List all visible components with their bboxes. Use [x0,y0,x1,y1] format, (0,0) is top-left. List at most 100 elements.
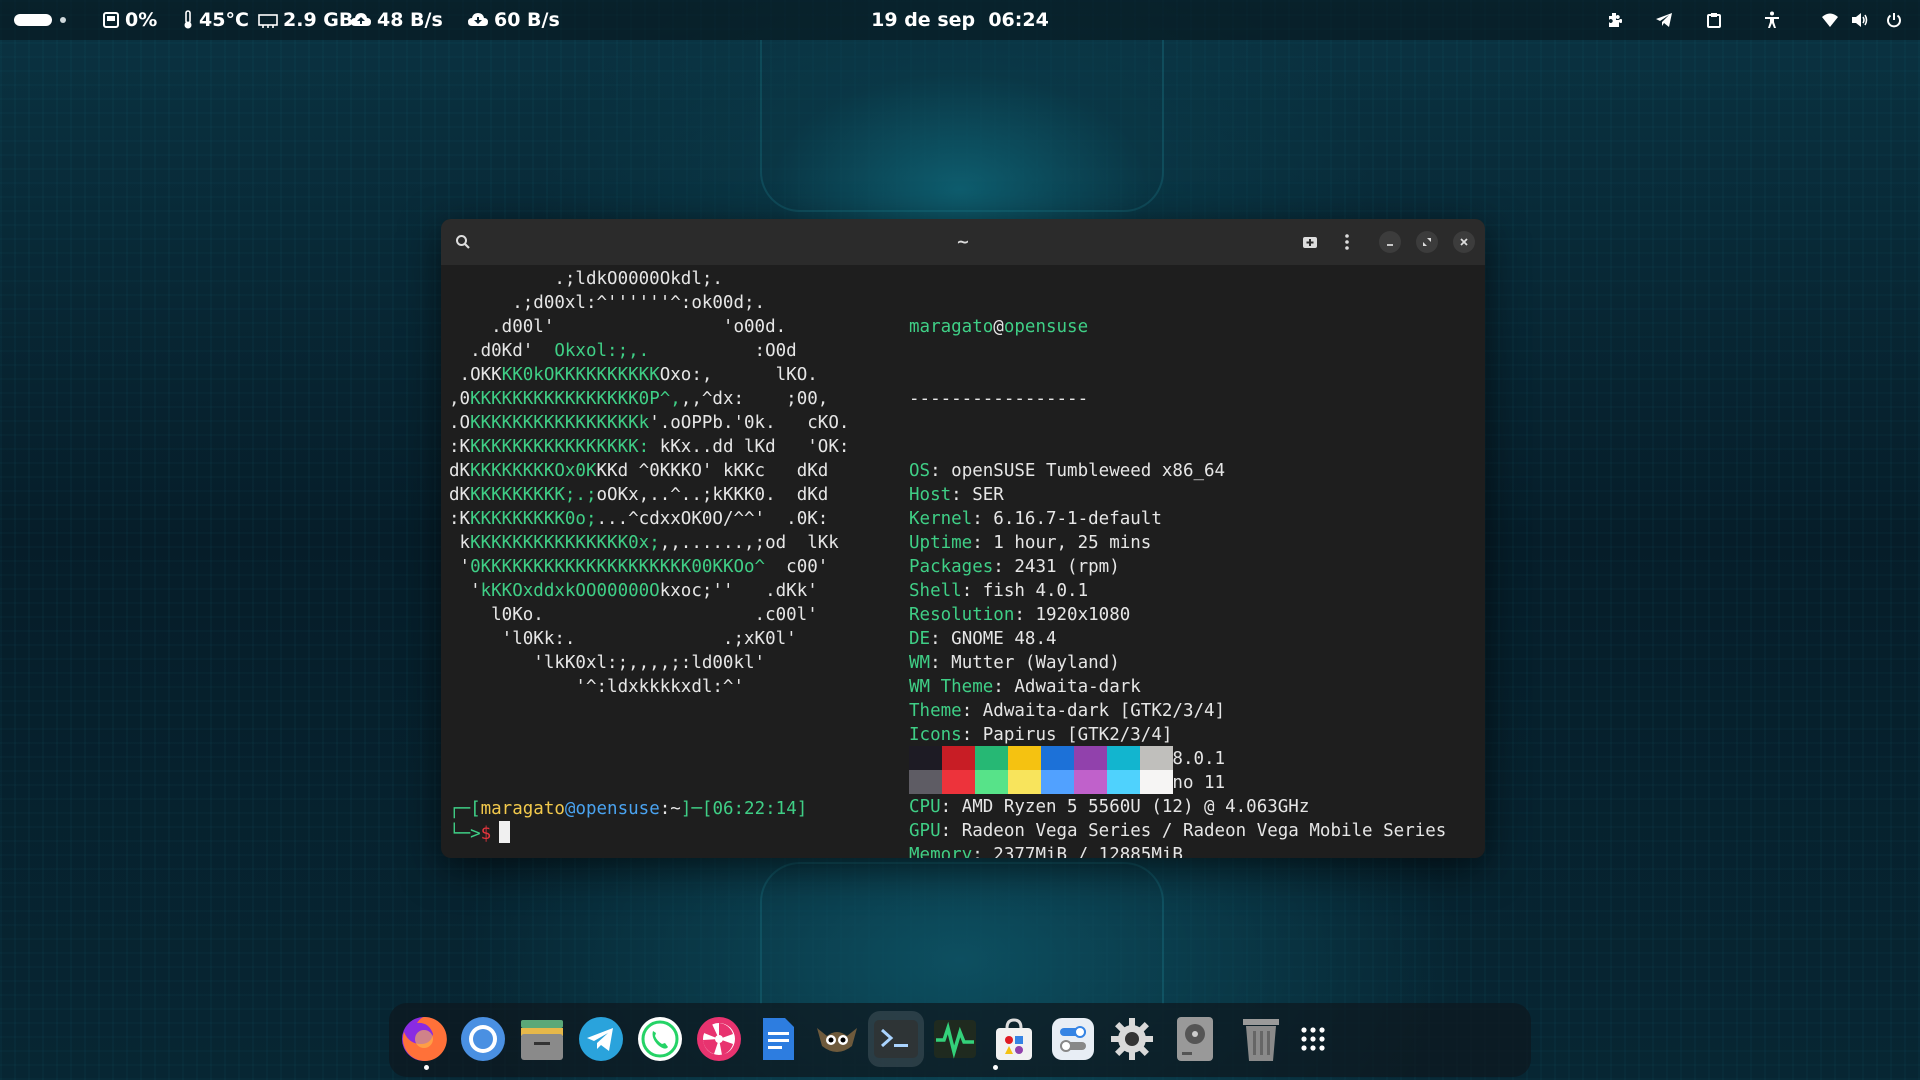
info-key: Host [909,485,952,505]
info-value: Radeon Vega Series / Radeon Vega Mobile … [961,821,1447,841]
close-icon[interactable] [1453,231,1475,253]
ascii-logo-line: 'kKKOxddxkOO00000Okxoc;'' .dKk' [449,581,818,601]
text-cursor [499,821,511,843]
color-swatch [975,746,1008,770]
info-key: Theme [909,701,962,721]
ascii-logo-line: .d0Kd' Okxol:;,. :O0d [449,341,797,361]
minimize-icon[interactable] [1379,231,1401,253]
user-host-line: maragato@opensuse [909,315,1446,339]
info-row: Shell: fish 4.0.1 [909,581,1089,601]
upload-value: 48 B/s [377,9,443,31]
info-key: WM [909,653,931,673]
console-icon[interactable] [868,1011,924,1067]
temperature-indicator[interactable]: 45°C [182,0,249,40]
new-tab-icon[interactable] [1298,230,1322,254]
color-swatch [909,770,942,794]
music-app-icon[interactable] [691,1011,747,1067]
color-swatch [942,770,975,794]
firefox-icon[interactable] [396,1011,452,1067]
text-editor-icon[interactable] [750,1011,806,1067]
info-value: GNOME 48.4 [951,629,1057,649]
wallpaper-decoration [760,862,1164,1004]
hostname: opensuse [1003,317,1089,337]
color-swatch [1008,770,1041,794]
dock [389,1003,1531,1077]
app-grid-icon[interactable] [1285,1011,1341,1067]
username: maragato [909,317,994,337]
settings-icon[interactable] [1104,1011,1160,1067]
info-value: openSUSE Tumbleweed x86_64 [951,461,1226,481]
gimp-icon[interactable] [809,1011,865,1067]
temperature-value: 45°C [199,9,249,31]
info-row: OS: openSUSE Tumbleweed x86_64 [909,461,1226,481]
info-key: Icons [909,725,962,745]
firefox-running-indicator [424,1065,429,1070]
terminal-headerbar[interactable]: ~ [441,219,1485,265]
maximize-icon[interactable] [1416,231,1438,253]
files-icon[interactable] [514,1011,570,1067]
ascii-logo-line: .;ldkO0000Okdl;. [449,269,723,289]
info-value: 1 hour, 25 mins [993,533,1152,553]
system-monitor-icon[interactable] [927,1011,983,1067]
clipboard-icon[interactable] [1704,10,1724,30]
info-row: Resolution: 1920x1080 [909,605,1131,625]
info-row: GPU: Radeon Vega Series / Radeon Vega Mo… [909,821,1447,841]
info-row: DE: GNOME 48.4 [909,629,1057,649]
input-line[interactable]: └─>$ [449,821,511,846]
telegram-icon[interactable] [573,1011,629,1067]
download-indicator[interactable]: 60 B/s [467,0,560,40]
info-key: Uptime [909,533,973,553]
ascii-logo-line: 'l0Kk:. .;xK0l' [449,629,797,649]
ascii-logo-line: l0Ko. .c00l' [449,605,818,625]
ascii-logo-line: .;d00xl:^''''''^:ok00d;. [449,293,766,313]
cloud-upload-icon [351,13,371,26]
activities-button[interactable] [14,14,66,26]
ascii-logo-line: .OKKKK0kOKKKKKKKKKKOxo:, lKO. [449,365,818,385]
trash-icon[interactable] [1233,1011,1289,1067]
info-value: fish 4.0.1 [982,581,1089,601]
whatsapp-icon[interactable] [632,1011,688,1067]
clock[interactable]: 19 de sep 06:24 [860,0,1060,40]
info-value: Mutter (Wayland) [951,653,1120,673]
separator-line: ----------------- [909,389,1089,409]
disk-indicator[interactable]: 0% [102,0,157,40]
color-swatch [1140,770,1173,794]
info-value: AMD Ryzen 5 5560U (12) @ 4.063GHz [961,797,1310,817]
extension-icon[interactable] [1604,10,1624,30]
prompt-host: opensuse [575,799,660,819]
info-value: Adwaita-dark [GTK2/3/4] [982,701,1226,721]
info-value: Adwaita-dark [1014,677,1141,697]
info-row: WM: Mutter (Wayland) [909,653,1120,673]
terminal-window[interactable]: ~ .;ldkO0000Okdl;. .;d00xl:^''''''^:ok00… [441,219,1485,858]
search-icon[interactable] [451,230,475,254]
top-bar: 0% 45°C 2.9 GB 48 B/s 60 B/s 19 de sep 0… [0,0,1920,40]
color-swatch [942,746,975,770]
upload-indicator[interactable]: 48 B/s [350,0,443,40]
ascii-logo-line: 'lkK0xl:;,,,,;:ld00kl' [449,653,766,673]
info-key: CPU [909,797,941,817]
color-swatch [1107,746,1140,770]
ascii-logo-line: dKKKKKKKKKOx0KKKd ^0KKKO' kKKc dKd [449,461,829,481]
disk-usage-icon[interactable] [1167,1011,1223,1067]
console-running-indicator [993,1065,998,1070]
telegram-tray-icon[interactable] [1654,10,1674,30]
info-value: Papirus [GTK2/3/4] [982,725,1173,745]
prompt-path: :~ [659,799,681,819]
info-row: Host: SER [909,485,1004,505]
color-swatch [1074,770,1107,794]
power-icon[interactable] [1884,10,1904,30]
wifi-icon[interactable] [1820,10,1840,30]
info-value: SER [972,485,1004,505]
info-row: Theme: Adwaita-dark [GTK2/3/4] [909,701,1226,721]
accessibility-icon[interactable] [1762,10,1782,30]
menu-icon[interactable] [1335,230,1359,254]
thermometer-icon [184,10,192,29]
chromium-icon[interactable] [455,1011,511,1067]
memory-indicator[interactable]: 2.9 GB [258,0,353,40]
ascii-logo-line: kKKKKKKKKKKKKKKK0x;,,......,;od lKk [449,533,839,553]
tweaks-icon[interactable] [1045,1011,1101,1067]
wallpaper-decoration [760,40,1164,212]
volume-icon[interactable] [1850,10,1870,30]
terminal-output[interactable]: .;ldkO0000Okdl;. .;d00xl:^''''''^:ok00d;… [441,265,1485,858]
software-icon[interactable] [986,1011,1042,1067]
